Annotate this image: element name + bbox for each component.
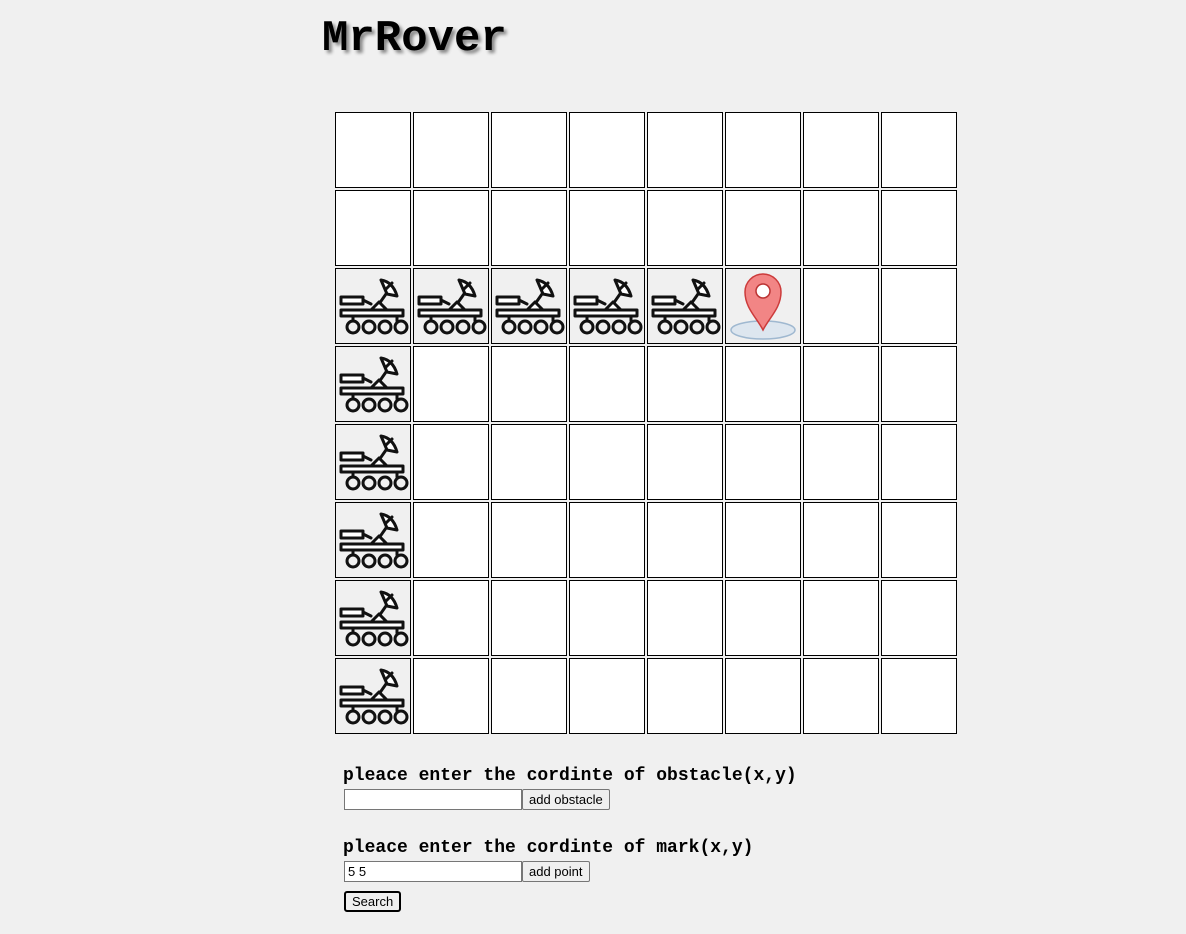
grid-cell[interactable] [803,112,879,188]
rover-icon [337,582,409,654]
grid-cell[interactable] [569,502,645,578]
grid-cell[interactable] [491,190,567,266]
grid-cell[interactable] [413,346,489,422]
rover-icon [337,426,409,498]
grid-cell[interactable] [491,112,567,188]
grid-cell[interactable] [881,190,957,266]
grid-cell[interactable] [335,580,411,656]
grid-cell[interactable] [569,112,645,188]
grid-cell[interactable] [725,580,801,656]
grid-cell[interactable] [569,268,645,344]
grid-cell[interactable] [413,502,489,578]
grid-cell[interactable] [569,424,645,500]
add-point-button[interactable]: add point [522,860,590,882]
grid-cell[interactable] [413,658,489,734]
mark-label: pleace enter the cordinte of mark(x,y) [343,838,754,858]
grid-cell[interactable] [881,424,957,500]
grid-cell[interactable] [881,346,957,422]
grid-cell[interactable] [569,580,645,656]
grid-cell[interactable] [647,112,723,188]
rover-icon [337,504,409,576]
search-button[interactable]: Search [344,891,402,912]
grid-cell[interactable] [803,190,879,266]
grid-cell[interactable] [803,268,879,344]
grid-cell[interactable] [491,268,567,344]
grid-cell[interactable] [803,658,879,734]
app-title: MrRover [322,14,507,64]
grid-cell[interactable] [725,268,801,344]
grid-cell[interactable] [491,658,567,734]
add-obstacle-button[interactable]: add obstacle [522,788,610,810]
rover-icon [337,348,409,420]
rover-icon [649,270,721,342]
grid-cell[interactable] [881,658,957,734]
grid-cell[interactable] [335,268,411,344]
grid-cell[interactable] [881,268,957,344]
grid-cell[interactable] [569,346,645,422]
grid-cell[interactable] [335,658,411,734]
grid-cell[interactable] [725,190,801,266]
grid-cell[interactable] [803,580,879,656]
rover-icon [493,270,565,342]
grid-cell[interactable] [335,190,411,266]
grid-cell[interactable] [413,424,489,500]
grid-cell[interactable] [647,424,723,500]
grid-cell[interactable] [647,190,723,266]
obstacle-form: pleace enter the cordinte of obstacle(x,… [343,766,797,810]
grid-cell[interactable] [881,112,957,188]
rover-icon [415,270,487,342]
grid-cell[interactable] [725,424,801,500]
rover-icon [337,660,409,732]
grid-cell[interactable] [725,346,801,422]
grid-cell[interactable] [413,268,489,344]
grid-cell[interactable] [803,424,879,500]
obstacle-label: pleace enter the cordinte of obstacle(x,… [343,766,797,786]
grid-cell[interactable] [413,580,489,656]
grid-cell[interactable] [491,580,567,656]
obstacle-input[interactable] [344,788,522,810]
grid-cell[interactable] [335,424,411,500]
rover-icon [571,270,643,342]
grid-cell[interactable] [647,580,723,656]
grid-cell[interactable] [881,502,957,578]
grid-cell[interactable] [335,112,411,188]
grid-cell[interactable] [491,346,567,422]
grid-cell[interactable] [803,346,879,422]
grid-cell[interactable] [647,346,723,422]
grid-cell[interactable] [725,112,801,188]
grid-cell[interactable] [569,658,645,734]
rover-icon [337,270,409,342]
grid-cell[interactable] [335,346,411,422]
rover-grid [335,112,957,734]
mark-form: pleace enter the cordinte of mark(x,y) a… [343,838,753,882]
grid-cell[interactable] [569,190,645,266]
grid-cell[interactable] [803,502,879,578]
grid-cell[interactable] [881,580,957,656]
map-pin-icon [727,270,799,342]
grid-cell[interactable] [491,424,567,500]
grid-cell[interactable] [647,268,723,344]
grid-cell[interactable] [491,502,567,578]
grid-cell[interactable] [725,502,801,578]
grid-cell[interactable] [647,658,723,734]
grid-cell[interactable] [413,112,489,188]
grid-cell[interactable] [413,190,489,266]
grid-cell[interactable] [725,658,801,734]
mark-input[interactable] [344,860,522,882]
grid-cell[interactable] [335,502,411,578]
grid-cell[interactable] [647,502,723,578]
